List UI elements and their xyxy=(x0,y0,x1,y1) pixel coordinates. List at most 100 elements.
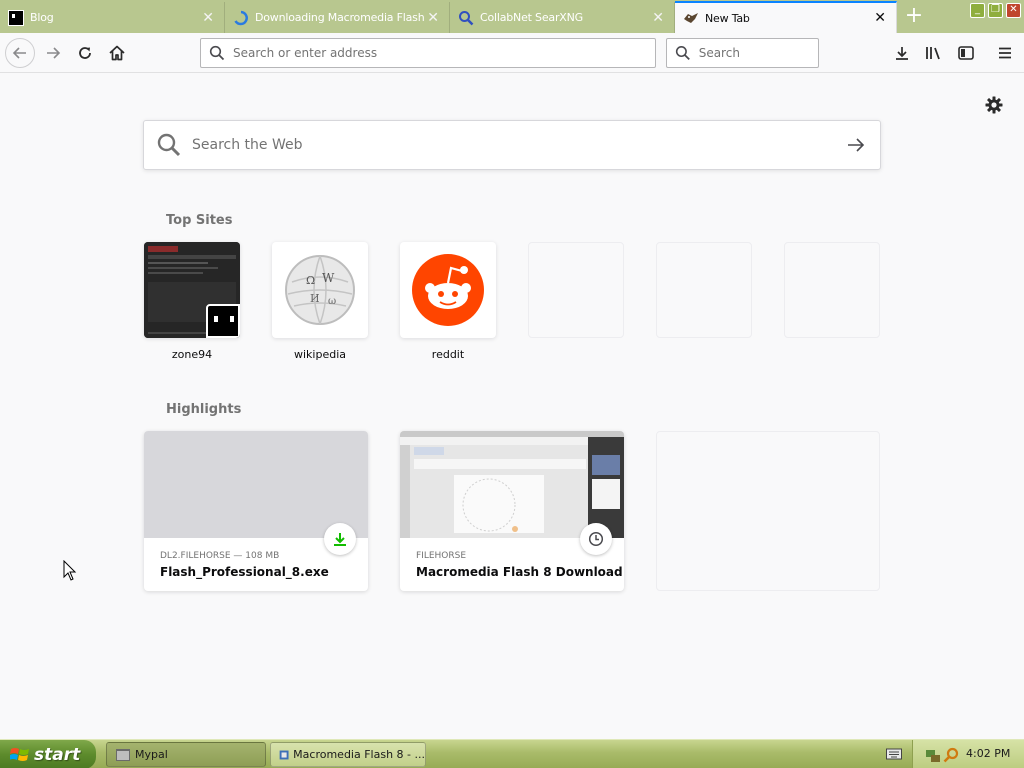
hamburger-menu-icon xyxy=(999,47,1011,59)
top-site-placeholder xyxy=(528,242,624,338)
top-site-placeholder xyxy=(656,242,752,338)
highlight-title: Flash_Professional_8.exe xyxy=(160,565,329,579)
highlight-thumbnail xyxy=(144,431,368,538)
tab-title: Blog xyxy=(30,11,54,24)
highlights-heading: Highlights xyxy=(166,402,242,417)
back-button[interactable] xyxy=(5,38,35,68)
zone94-favicon-icon xyxy=(206,304,240,338)
downloads-button[interactable] xyxy=(887,38,917,68)
highlight-source: FILEHORSE xyxy=(416,551,467,561)
top-site-empty xyxy=(784,242,880,338)
top-site-tile[interactable] xyxy=(144,242,240,338)
forward-button[interactable] xyxy=(38,38,68,68)
svg-text:W: W xyxy=(322,271,335,285)
search-bar[interactable] xyxy=(666,38,819,68)
top-site-zone94[interactable]: zone94 xyxy=(144,242,240,361)
top-site-tile[interactable]: Ω W И ω xyxy=(272,242,368,338)
address-bar[interactable] xyxy=(200,38,656,68)
top-site-placeholder xyxy=(784,242,880,338)
highlight-card-download[interactable]: DL2.FILEHORSE — 108 MB Flash_Professiona… xyxy=(144,431,368,591)
taskbar-item-label: Mypal xyxy=(135,748,168,761)
tab-searxng[interactable]: CollabNet SearXNG ✕ xyxy=(450,2,675,33)
taskbar-item-label: Macromedia Flash 8 - ... xyxy=(293,748,425,761)
reload-icon xyxy=(79,47,91,59)
search-tray-icon[interactable] xyxy=(943,747,959,763)
network-icon[interactable] xyxy=(925,747,941,763)
windows-logo-icon xyxy=(10,747,29,761)
search-input[interactable] xyxy=(698,46,818,60)
top-site-label: wikipedia xyxy=(293,348,346,361)
search-icon xyxy=(209,45,225,61)
close-tab-icon[interactable]: ✕ xyxy=(650,10,666,26)
start-button[interactable]: start xyxy=(0,740,96,768)
top-site-tile[interactable] xyxy=(400,242,496,338)
blog-favicon-icon xyxy=(8,9,24,26)
svg-text:ω: ω xyxy=(328,296,336,307)
top-site-empty xyxy=(656,242,752,338)
home-icon xyxy=(109,45,125,61)
taskbar-item-mypal[interactable]: Mypal xyxy=(106,742,266,767)
svg-text:Ω: Ω xyxy=(306,274,315,287)
reload-button[interactable] xyxy=(70,38,100,68)
web-search-submit-button[interactable] xyxy=(832,121,880,169)
web-search-box[interactable] xyxy=(143,120,881,170)
keyboard-icon[interactable] xyxy=(886,747,902,761)
sidebar-button[interactable] xyxy=(951,38,981,68)
tab-title: Downloading Macromedia Flash 8 xyxy=(255,11,425,24)
close-tab-icon[interactable]: ✕ xyxy=(872,10,888,26)
download-icon xyxy=(896,47,908,60)
searxng-favicon-icon xyxy=(458,10,474,26)
loading-spinner-icon xyxy=(233,10,249,26)
wikipedia-globe-icon: Ω W И ω xyxy=(285,255,355,325)
library-button[interactable] xyxy=(919,38,949,68)
clock: 4:02 PM xyxy=(966,747,1011,760)
tab-downloading-flash[interactable]: Downloading Macromedia Flash 8 ✕ xyxy=(225,2,450,33)
sidebar-icon xyxy=(958,46,974,60)
tab-new-tab[interactable]: New Tab ✕ xyxy=(675,1,897,33)
search-icon xyxy=(675,46,690,61)
taskbar: start Mypal Macromedia Flash 8 - ... 4:0… xyxy=(0,739,1024,768)
svg-text:И: И xyxy=(310,292,320,305)
close-tab-icon[interactable]: ✕ xyxy=(425,10,441,26)
installer-app-icon xyxy=(279,750,289,759)
highlight-source: DL2.FILEHORSE — 108 MB xyxy=(160,551,280,561)
address-input[interactable] xyxy=(233,46,613,60)
menu-button[interactable] xyxy=(990,38,1020,68)
forward-arrow-icon xyxy=(47,47,61,59)
back-arrow-icon xyxy=(12,47,26,59)
close-window-button[interactable]: ✕ xyxy=(1006,3,1021,18)
library-icon xyxy=(926,47,940,60)
new-tab-button[interactable]: + xyxy=(900,4,928,30)
restore-window-button[interactable]: ❐ xyxy=(988,3,1003,18)
highlight-title: Macromedia Flash 8 Download (... xyxy=(416,565,624,579)
tab-title: New Tab xyxy=(705,11,750,25)
reddit-logo-icon xyxy=(412,254,484,326)
highlight-badge xyxy=(324,523,356,555)
web-search-input[interactable] xyxy=(192,137,832,153)
flash-screenshot xyxy=(400,431,624,538)
top-site-empty xyxy=(528,242,624,338)
customize-button[interactable] xyxy=(984,95,1004,115)
minimize-window-button[interactable]: _ xyxy=(970,3,985,18)
top-site-label: zone94 xyxy=(171,348,213,361)
mypal-favicon-icon xyxy=(683,10,699,26)
download-icon xyxy=(334,533,346,546)
highlight-thumbnail xyxy=(400,431,624,538)
top-sites-heading: Top Sites xyxy=(166,213,233,228)
highlight-card-page[interactable]: FILEHORSE Macromedia Flash 8 Download (.… xyxy=(400,431,624,591)
tab-title: CollabNet SearXNG xyxy=(480,11,583,24)
navigation-toolbar xyxy=(0,33,1024,73)
taskbar-item-flash[interactable]: Macromedia Flash 8 - ... xyxy=(270,742,426,767)
top-site-wikipedia[interactable]: Ω W И ω wikipedia xyxy=(272,242,368,361)
arrow-right-icon xyxy=(848,138,865,152)
tab-blog[interactable]: Blog ✕ xyxy=(0,2,225,33)
top-site-label: reddit xyxy=(431,348,465,361)
search-icon xyxy=(157,133,181,157)
highlight-badge xyxy=(580,523,612,555)
top-site-reddit[interactable]: reddit xyxy=(400,242,496,361)
start-label: start xyxy=(34,744,81,765)
close-tab-icon[interactable]: ✕ xyxy=(200,10,216,26)
mypal-app-icon xyxy=(116,748,130,761)
home-button[interactable] xyxy=(102,38,132,68)
clock-icon xyxy=(588,531,604,547)
